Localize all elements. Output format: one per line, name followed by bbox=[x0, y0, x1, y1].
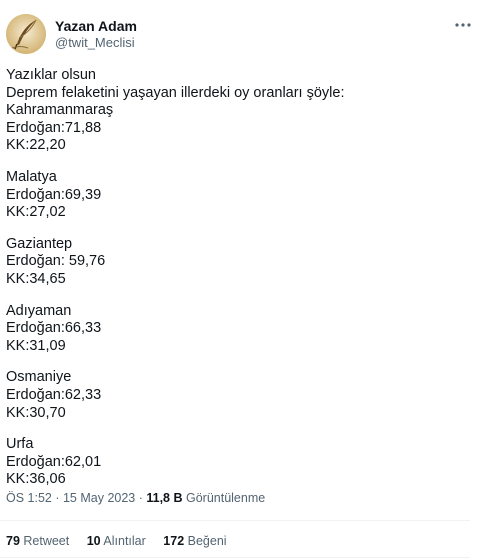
province-erdogan: Erdoğan:66,33 bbox=[6, 320, 102, 337]
likes-label: Beğeni bbox=[184, 534, 227, 548]
province-kk: KK:22,20 bbox=[6, 137, 66, 154]
province-erdogan: Erdoğan:62,01 bbox=[6, 453, 102, 470]
more-options-button[interactable] bbox=[452, 14, 474, 36]
divider bbox=[0, 520, 470, 521]
tweet-text: Yazıklar olsun Deprem felaketini yaşayan… bbox=[6, 67, 466, 489]
tweet-time[interactable]: ÖS 1:52 bbox=[6, 491, 52, 505]
retweets-label: Retweet bbox=[19, 534, 70, 548]
province-kk: KK:36,06 bbox=[6, 471, 66, 488]
province-name: Kahramanmaraş bbox=[6, 102, 114, 119]
author-handle[interactable]: @twit_Meclisi bbox=[55, 35, 135, 51]
province-kk: KK:27,02 bbox=[6, 204, 66, 221]
province-name: Adıyaman bbox=[6, 302, 72, 319]
tweet-header: Yazan Adam @twit_Meclisi bbox=[0, 0, 481, 64]
views-label: Görüntülenme bbox=[182, 491, 266, 505]
author-name[interactable]: Yazan Adam bbox=[55, 18, 137, 34]
meta-separator: · bbox=[51, 491, 63, 505]
tweet-meta: ÖS 1:52 · 15 May 2023 · 11,8 B Görüntüle… bbox=[6, 490, 265, 506]
views-count: 11,8 B bbox=[146, 491, 183, 505]
quotes-count: 10 bbox=[86, 534, 101, 548]
likes-link[interactable]: 172 Beğeni bbox=[163, 534, 226, 548]
province-name: Gaziantep bbox=[6, 235, 73, 252]
tweet-line: Yazıklar olsun bbox=[6, 67, 96, 83]
province-name: Urfa bbox=[6, 436, 34, 453]
quill-pen-icon bbox=[6, 14, 46, 54]
quotes-link[interactable]: 10 Alıntılar bbox=[87, 534, 146, 548]
meta-separator: · bbox=[135, 491, 147, 505]
province-kk: KK:31,09 bbox=[6, 337, 66, 354]
avatar[interactable] bbox=[6, 14, 46, 54]
province-kk: KK:30,70 bbox=[6, 404, 66, 421]
tweet-card: Yazan Adam @twit_Meclisi Yazıklar olsun … bbox=[0, 0, 481, 560]
province-name: Malatya bbox=[6, 168, 57, 185]
province-erdogan: Erdoğan: 59,76 bbox=[6, 253, 106, 270]
tweet-line: Deprem felaketini yaşayan illerdeki oy o… bbox=[6, 84, 345, 101]
retweets-link[interactable]: 79 Retweet bbox=[6, 534, 69, 548]
quotes-label: Alıntılar bbox=[100, 534, 146, 548]
tweet-stats: 79 Retweet 10 Alıntılar 172 Beğeni bbox=[6, 533, 241, 549]
more-horizontal-icon bbox=[455, 23, 471, 27]
divider bbox=[0, 557, 470, 558]
likes-count: 172 bbox=[163, 534, 185, 548]
province-erdogan: Erdoğan:62,33 bbox=[6, 386, 102, 403]
province-erdogan: Erdoğan:71,88 bbox=[6, 119, 102, 136]
province-kk: KK:34,65 bbox=[6, 270, 66, 287]
tweet-date[interactable]: 15 May 2023 bbox=[63, 491, 135, 505]
retweets-count: 79 bbox=[6, 534, 20, 548]
province-erdogan: Erdoğan:69,39 bbox=[6, 186, 102, 203]
province-name: Osmaniye bbox=[6, 369, 72, 386]
